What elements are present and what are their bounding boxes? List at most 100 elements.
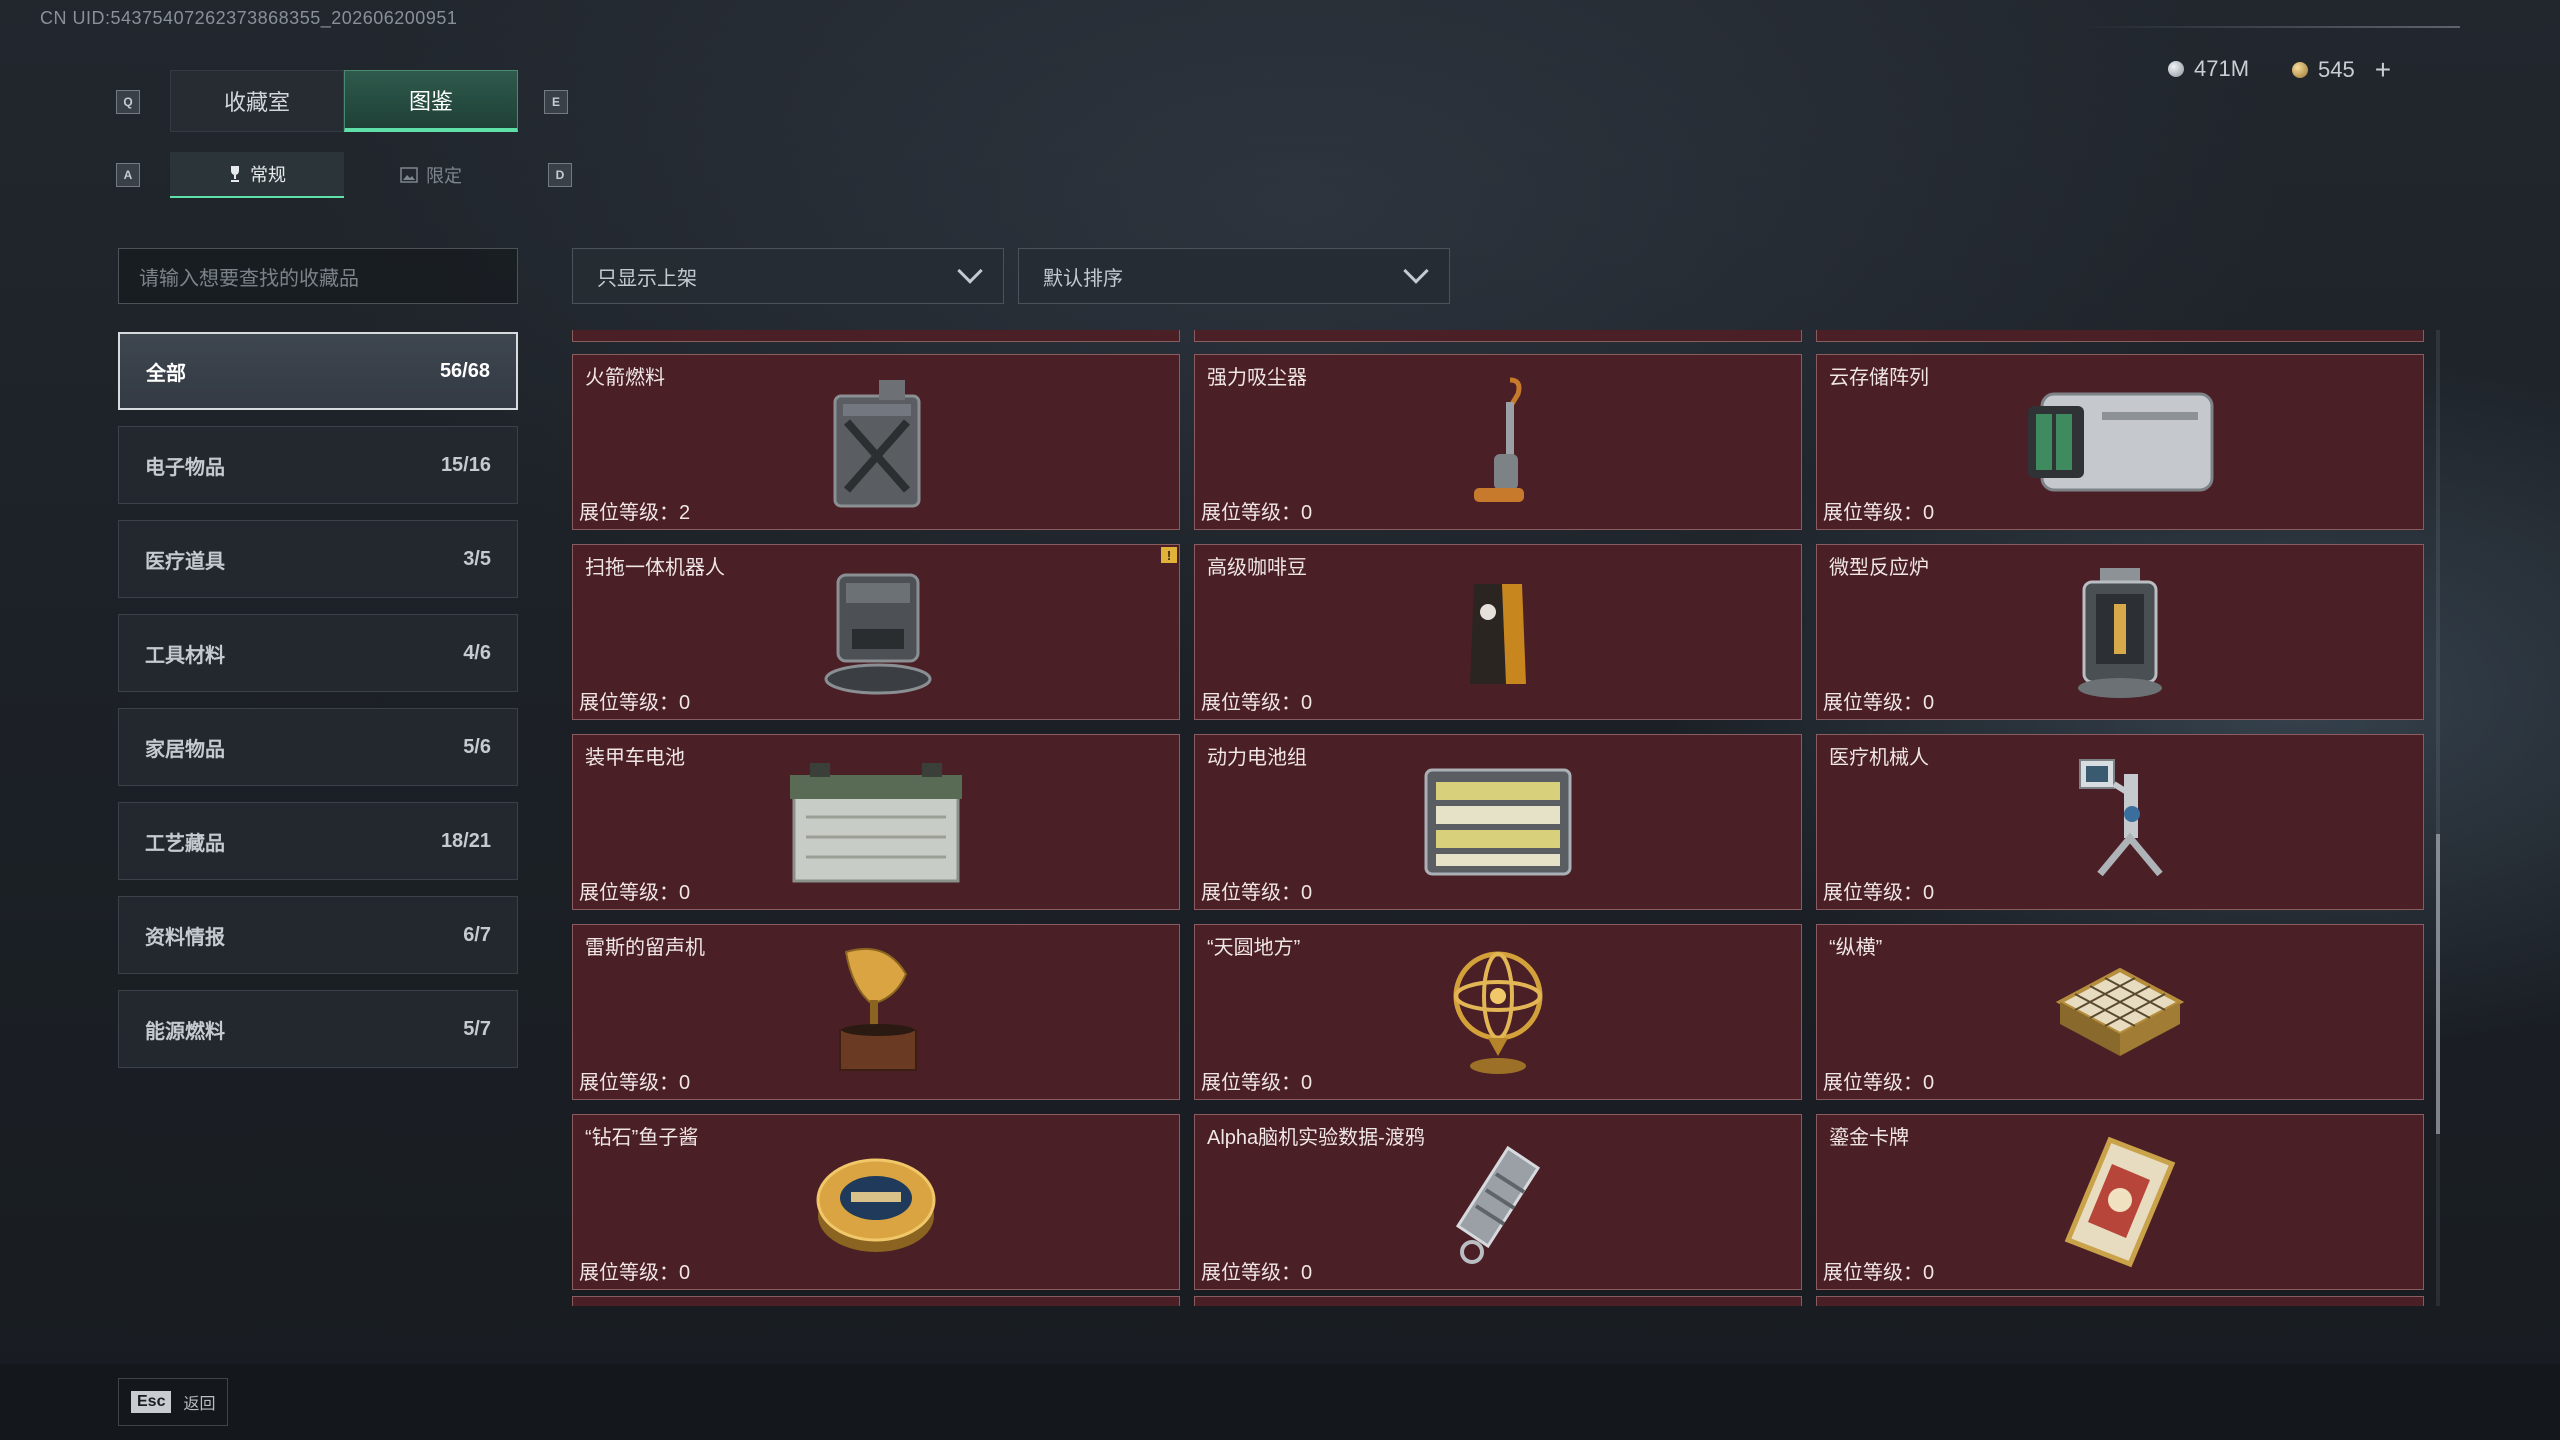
item-card[interactable]: 微型反应炉 展位等级：0 (1816, 544, 2424, 720)
item-level: 展位等级：0 (1201, 1262, 1313, 1284)
category-crafts[interactable]: 工艺藏品 18/21 (118, 802, 518, 880)
item-name: 微型反应炉 (1829, 557, 1929, 579)
shelf-filter-dropdown[interactable]: 只显示上架 (572, 248, 1004, 304)
image-icon (400, 167, 418, 183)
search-input[interactable]: 请输入想要查找的收藏品 (118, 248, 518, 304)
fuel-canister-icon (796, 369, 956, 515)
gold-amount: 545 (2318, 57, 2355, 82)
item-level: 展位等级：0 (1823, 1262, 1935, 1284)
medical-robot-icon (2040, 749, 2200, 895)
partial-card-top (1816, 330, 2424, 342)
footer-bar (0, 1364, 2560, 1440)
item-card[interactable]: “纵横” 展位等级：0 (1816, 924, 2424, 1100)
category-count: 15/16 (440, 453, 491, 476)
gramophone-icon (796, 939, 956, 1085)
sort-value: 默认排序 (1043, 267, 1123, 290)
uid-text: CN UID:54375407262373868355_202606200951 (40, 8, 458, 28)
item-card[interactable]: 鎏金卡牌 展位等级：0 (1816, 1114, 2424, 1290)
esc-key: Esc (131, 1391, 172, 1413)
tab-catalog[interactable]: 图鉴 (344, 70, 518, 132)
category-all[interactable]: 全部 56/68 (118, 332, 518, 410)
back-label: 返回 (183, 1396, 216, 1413)
item-name: 强力吸尘器 (1207, 367, 1307, 389)
category-electronics[interactable]: 电子物品 15/16 (118, 426, 518, 504)
tab-collection-room[interactable]: 收藏室 (170, 70, 344, 132)
partial-card-bottom (1194, 1296, 1802, 1306)
silver-amount: 471M (2194, 56, 2250, 81)
item-name: “纵横” (1829, 937, 1883, 959)
subtab-regular-label: 常规 (250, 165, 286, 185)
trophy-icon (231, 166, 239, 182)
category-label: 能源燃料 (145, 1020, 225, 1043)
category-label: 工艺藏品 (145, 832, 225, 855)
item-grid: 火箭燃料 展位等级：2 强力吸尘器 展位等级：0 云存储阵列 展位等级：0 扫拖… (572, 354, 2424, 1290)
item-name: 高级咖啡豆 (1207, 557, 1307, 579)
sort-dropdown[interactable]: 默认排序 (1018, 248, 1450, 304)
item-name: 动力电池组 (1207, 747, 1307, 769)
item-name: 鎏金卡牌 (1829, 1127, 1909, 1149)
category-count: 56/68 (439, 359, 490, 382)
category-label: 电子物品 (145, 456, 225, 479)
shelf-filter-value: 只显示上架 (597, 267, 697, 290)
key-hint-next-sub: D (548, 163, 572, 187)
item-name: Alpha脑机实验数据-渡鸦 (1207, 1127, 1425, 1149)
item-card[interactable]: 云存储阵列 展位等级：0 (1816, 354, 2424, 530)
scroll-thumb[interactable] (2436, 834, 2440, 1134)
partial-card-top (1194, 330, 1802, 342)
item-level: 展位等级：0 (1823, 1072, 1935, 1094)
category-label: 全部 (146, 362, 186, 385)
subtab-limited-label: 限定 (426, 166, 462, 186)
partial-card-top (572, 330, 1180, 342)
category-energy[interactable]: 能源燃料 5/7 (118, 990, 518, 1068)
subtab-regular[interactable]: 常规 (170, 152, 344, 198)
item-card[interactable]: 动力电池组 展位等级：0 (1194, 734, 1802, 910)
category-label: 家居物品 (145, 738, 225, 761)
key-hint-prev-sub: A (116, 163, 140, 187)
item-card[interactable]: 雷斯的留声机 展位等级：0 (572, 924, 1180, 1100)
item-level: 展位等级：0 (1201, 882, 1313, 904)
chevron-down-icon (1403, 258, 1429, 284)
item-name: 雷斯的留声机 (585, 937, 705, 959)
item-card[interactable]: “天圆地方” 展位等级：0 (1194, 924, 1802, 1100)
category-label: 医疗道具 (145, 550, 225, 573)
category-intel[interactable]: 资料情报 6/7 (118, 896, 518, 974)
item-card[interactable]: 扫拖一体机器人 ! 展位等级：0 (572, 544, 1180, 720)
item-card[interactable]: 医疗机械人 展位等级：0 (1816, 734, 2424, 910)
add-currency-button[interactable]: + (2375, 56, 2391, 84)
silver-coin-icon (2168, 61, 2184, 77)
item-level: 展位等级：0 (1201, 692, 1313, 714)
key-hint-next-tab: E (544, 90, 568, 114)
item-level: 展位等级：0 (1201, 1072, 1313, 1094)
caviar-tin-icon (796, 1129, 956, 1275)
back-button[interactable]: Esc 返回 (118, 1378, 229, 1426)
silver-currency: 471M (2168, 56, 2249, 82)
category-count: 6/7 (463, 923, 491, 946)
category-label: 资料情报 (145, 926, 225, 949)
item-card[interactable]: 火箭燃料 展位等级：2 (572, 354, 1180, 530)
category-medical[interactable]: 医疗道具 3/5 (118, 520, 518, 598)
item-card[interactable]: 装甲车电池 展位等级：0 (572, 734, 1180, 910)
key-hint-prev-tab: Q (116, 90, 140, 114)
category-count: 5/7 (463, 1017, 491, 1040)
subtab-limited[interactable]: 限定 (344, 152, 518, 198)
partial-card-bottom (1816, 1296, 2424, 1306)
category-count: 5/6 (463, 735, 491, 758)
category-tools[interactable]: 工具材料 4/6 (118, 614, 518, 692)
item-card[interactable]: “钻石”鱼子酱 展位等级：0 (572, 1114, 1180, 1290)
category-label: 工具材料 (145, 644, 225, 667)
reactor-icon (2040, 559, 2200, 705)
item-level: 展位等级：0 (579, 692, 691, 714)
item-level: 展位等级：0 (1823, 502, 1935, 524)
item-card[interactable]: 高级咖啡豆 展位等级：0 (1194, 544, 1802, 720)
item-level: 展位等级：0 (1823, 692, 1935, 714)
category-home[interactable]: 家居物品 5/6 (118, 708, 518, 786)
gold-coin-icon (2292, 62, 2308, 78)
item-card[interactable]: Alpha脑机实验数据-渡鸦 展位等级：0 (1194, 1114, 1802, 1290)
item-name: 火箭燃料 (585, 367, 665, 389)
category-count: 3/5 (463, 547, 491, 570)
item-name: “钻石”鱼子酱 (585, 1127, 699, 1149)
item-level: 展位等级：2 (579, 502, 691, 524)
grid-scrollbar[interactable] (2436, 330, 2440, 1306)
item-card[interactable]: 强力吸尘器 展位等级：0 (1194, 354, 1802, 530)
vacuum-cleaner-icon (1418, 369, 1578, 515)
